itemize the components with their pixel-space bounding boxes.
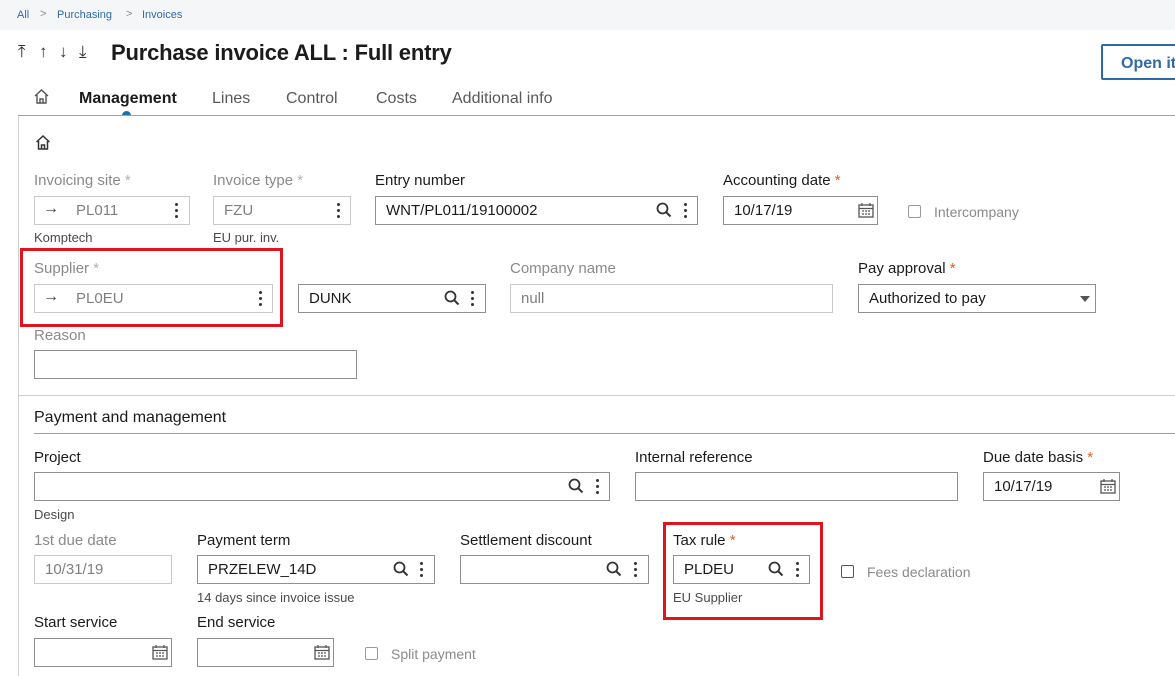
arrow-right-icon[interactable]: → — [43, 288, 59, 306]
search-icon[interactable] — [656, 202, 672, 218]
search-icon[interactable] — [568, 478, 584, 494]
breadcrumb-all[interactable]: All — [17, 9, 29, 21]
supplier-field[interactable]: → PL0EU — [34, 284, 273, 313]
settlement-discount-field[interactable] — [460, 555, 649, 584]
pay-approval-select[interactable]: Authorized to pay — [858, 284, 1096, 313]
entry-number-label: Entry number — [375, 172, 466, 189]
settlement-discount-label: Settlement discount — [460, 532, 592, 549]
chevron-right-icon: > — [126, 8, 133, 20]
arrow-right-icon[interactable]: → — [43, 200, 59, 218]
first-due-date-label: 1st due date — [34, 532, 117, 549]
tab-lines[interactable]: Lines — [212, 90, 250, 108]
calendar-icon[interactable] — [1100, 478, 1116, 494]
tax-rule-label: Tax rule * — [673, 532, 736, 549]
payment-term-label: Payment term — [197, 532, 291, 549]
chevron-right-icon: > — [40, 8, 47, 20]
tab-additional-info[interactable]: Additional info — [452, 90, 553, 108]
chevron-down-icon[interactable] — [1080, 296, 1090, 302]
more-options-icon[interactable] — [634, 562, 638, 578]
project-field[interactable] — [34, 472, 610, 501]
more-options-icon[interactable] — [420, 562, 424, 578]
invoicing-site-field[interactable]: → PL011 — [34, 196, 190, 225]
page-title: Purchase invoice ALL : Full entry — [111, 40, 452, 65]
more-options-icon[interactable] — [471, 291, 475, 307]
internal-reference-label: Internal reference — [635, 449, 753, 466]
more-options-icon[interactable] — [596, 479, 600, 495]
more-options-icon[interactable] — [796, 562, 800, 578]
reason-field[interactable] — [34, 350, 357, 379]
intercompany-checkbox[interactable] — [908, 205, 921, 218]
project-label: Project — [34, 449, 81, 466]
first-record-icon[interactable]: ⤒ — [18, 42, 26, 62]
payment-term-description: 14 days since invoice issue — [197, 590, 355, 605]
end-service-label: End service — [197, 614, 276, 631]
breadcrumb-purchasing[interactable]: Purchasing — [57, 9, 112, 21]
calendar-icon[interactable] — [314, 644, 330, 660]
internal-reference-field[interactable] — [635, 472, 958, 501]
supplier-label: Supplier * — [34, 260, 100, 277]
open-button[interactable]: Open it — [1101, 44, 1175, 80]
payment-term-field[interactable]: PRZELEW_14D — [197, 555, 435, 584]
split-payment-checkbox[interactable] — [365, 647, 378, 660]
more-options-icon[interactable] — [337, 203, 341, 219]
company-name-label: Company name — [510, 260, 616, 277]
breadcrumb-invoices[interactable]: Invoices — [142, 9, 182, 21]
home-tab-icon[interactable] — [33, 88, 50, 110]
invoice-type-field[interactable]: FZU — [213, 196, 351, 225]
split-payment-label: Split payment — [391, 646, 476, 662]
invoice-type-description: EU pur. inv. — [213, 230, 280, 245]
start-service-label: Start service — [34, 614, 118, 631]
first-due-date-field: 10/31/19 — [34, 555, 172, 584]
section-divider — [18, 395, 1175, 396]
intercompany-label: Intercompany — [934, 204, 1019, 220]
tab-costs[interactable]: Costs — [376, 90, 417, 108]
invoice-type-label: Invoice type * — [213, 172, 304, 189]
tab-control[interactable]: Control — [286, 90, 338, 108]
home-icon[interactable] — [35, 134, 51, 156]
last-record-icon[interactable]: ⤓ — [79, 42, 87, 62]
start-service-field[interactable] — [34, 638, 172, 667]
entry-number-field[interactable]: WNT/PL011/19100002 — [375, 196, 698, 225]
search-icon[interactable] — [606, 561, 622, 577]
calendar-icon[interactable] — [858, 202, 874, 218]
tax-rule-description: EU Supplier — [673, 590, 743, 605]
more-options-icon[interactable] — [684, 203, 688, 219]
due-date-basis-label: Due date basis * — [983, 449, 1094, 466]
search-icon[interactable] — [768, 561, 784, 577]
invoicing-site-label: Invoicing site * — [34, 172, 131, 189]
tab-management[interactable]: Management — [79, 90, 177, 108]
fees-declaration-label: Fees declaration — [867, 564, 971, 580]
previous-record-icon[interactable]: ↑ — [39, 42, 48, 62]
search-icon[interactable] — [393, 561, 409, 577]
project-description: Design — [34, 507, 75, 522]
company-name-field: null — [510, 284, 833, 313]
more-options-icon[interactable] — [259, 291, 263, 307]
next-record-icon[interactable]: ↓ — [59, 42, 68, 62]
tax-rule-field[interactable]: PLDEU — [673, 555, 810, 584]
due-date-basis-field[interactable]: 10/17/19 — [983, 472, 1120, 501]
accounting-date-label: Accounting date * — [723, 172, 841, 189]
pay-approval-label: Pay approval * — [858, 260, 956, 277]
fees-declaration-checkbox[interactable] — [841, 565, 854, 578]
invoicing-site-description: Komptech — [34, 230, 93, 245]
section-title: Payment and management — [34, 409, 227, 426]
section-underline — [34, 433, 1175, 434]
end-service-field[interactable] — [197, 638, 334, 667]
accounting-date-field[interactable]: 10/17/19 — [723, 196, 878, 225]
reason-label: Reason — [34, 327, 86, 344]
calendar-icon[interactable] — [152, 644, 168, 660]
supplier-code-field[interactable]: DUNK — [298, 284, 486, 313]
search-icon[interactable] — [444, 290, 460, 306]
more-options-icon[interactable] — [175, 203, 179, 219]
